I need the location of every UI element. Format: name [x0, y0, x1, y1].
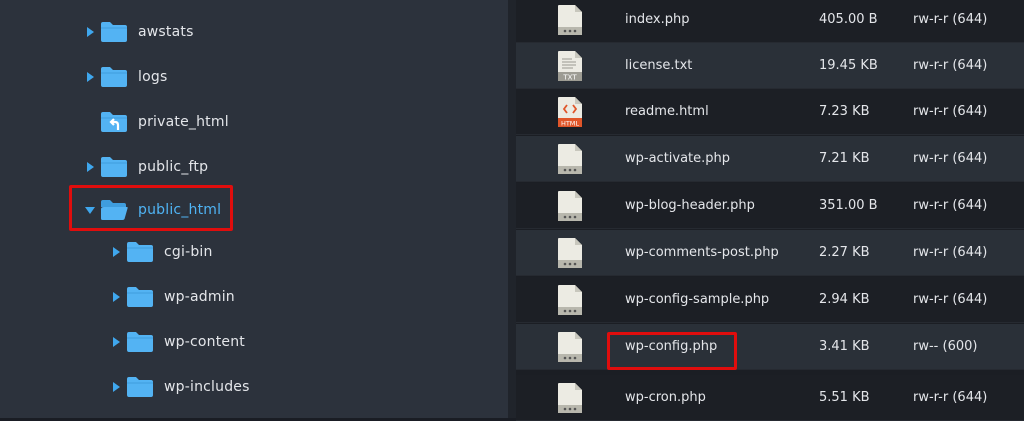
- folder-icon: [100, 156, 128, 178]
- chevron-right-icon[interactable]: [108, 237, 124, 267]
- file-name: license.txt: [625, 58, 693, 73]
- tree-item-label: private_html: [138, 114, 229, 130]
- file-name: wp-config-sample.php: [625, 292, 770, 307]
- tree-item-cgi-bin[interactable]: cgi-bin: [108, 237, 213, 267]
- file-name: wp-activate.php: [625, 151, 731, 166]
- tree-item-label: cgi-bin: [164, 244, 213, 260]
- file-permissions: rw-- (600): [913, 339, 978, 354]
- folder-icon: [126, 286, 154, 308]
- file-size: 2.27 KB: [819, 245, 870, 260]
- file-size: 19.45 KB: [819, 58, 878, 73]
- tree-item-awstats[interactable]: awstats: [82, 17, 194, 47]
- file-size: 3.41 KB: [819, 339, 870, 354]
- tree-item-wp-content[interactable]: wp-content: [108, 327, 245, 357]
- php-file-icon: [556, 331, 584, 363]
- folder-link-icon: [100, 111, 128, 133]
- tree-item-label: wp-includes: [164, 379, 250, 395]
- highlight-box-wp-config: [607, 332, 737, 370]
- file-permissions: rw-r-r (644): [913, 390, 988, 405]
- php-file-icon: [556, 190, 584, 222]
- file-permissions: rw-r-r (644): [913, 58, 988, 73]
- file-permissions: rw-r-r (644): [913, 292, 988, 307]
- chevron-right-icon[interactable]: [82, 152, 98, 182]
- tree-item-logs[interactable]: logs: [82, 62, 167, 92]
- chevron-right-icon[interactable]: [82, 62, 98, 92]
- tree-item-wp-admin[interactable]: wp-admin: [108, 282, 235, 312]
- file-size: 2.94 KB: [819, 292, 870, 307]
- file-row-license-txt[interactable]: TXT license.txt 19.45 KB rw-r-r (644): [516, 43, 1024, 89]
- folder-icon: [126, 376, 154, 398]
- php-file-icon: [556, 4, 584, 36]
- folder-icon: [126, 241, 154, 263]
- php-file-icon: [556, 237, 584, 269]
- file-name: wp-comments-post.php: [625, 245, 779, 260]
- file-row-readme-html[interactable]: HTML readme.html 7.23 KB rw-r-r (644): [516, 89, 1024, 135]
- file-permissions: rw-r-r (644): [913, 104, 988, 119]
- chevron-right-icon[interactable]: [108, 372, 124, 402]
- svg-text:HTML: HTML: [561, 120, 579, 128]
- file-size: 405.00 B: [819, 12, 878, 27]
- tree-item-label: logs: [138, 69, 168, 85]
- file-size: 5.51 KB: [819, 390, 870, 405]
- folder-icon: [100, 21, 128, 43]
- tree-item-wp-includes[interactable]: wp-includes: [108, 372, 250, 402]
- chevron-right-icon[interactable]: [108, 282, 124, 312]
- directory-tree: awstats logs private_html public_ftp pub…: [0, 0, 508, 418]
- file-permissions: rw-r-r (644): [913, 245, 988, 260]
- file-name: wp-cron.php: [625, 390, 706, 405]
- file-size: 7.23 KB: [819, 104, 870, 119]
- txt-file-icon: TXT: [556, 50, 584, 82]
- php-file-icon: [556, 382, 584, 414]
- file-row-wp-activate-php[interactable]: wp-activate.php 7.21 KB rw-r-r (644): [516, 136, 1024, 182]
- file-name: readme.html: [625, 104, 709, 119]
- file-row-index-php[interactable]: index.php 405.00 B rw-r-r (644): [516, 0, 1024, 43]
- file-row-wp-config-php[interactable]: wp-config.php 3.41 KB rw-- (600): [516, 324, 1024, 370]
- file-name: index.php: [625, 12, 690, 27]
- tree-item-private-html[interactable]: private_html: [82, 107, 229, 137]
- file-row-wp-cron-php[interactable]: wp-cron.php 5.51 KB rw-r-r (644): [516, 375, 1024, 421]
- folder-icon: [100, 66, 128, 88]
- chevron-right-icon[interactable]: [108, 327, 124, 357]
- highlight-box-public-html: [69, 185, 233, 231]
- file-row-wp-comments-post-php[interactable]: wp-comments-post.php 2.27 KB rw-r-r (644…: [516, 230, 1024, 276]
- file-manager: awstats logs private_html public_ftp pub…: [0, 0, 1024, 421]
- file-row-wp-config-sample-php[interactable]: wp-config-sample.php 2.94 KB rw-r-r (644…: [516, 277, 1024, 323]
- tree-item-label: wp-admin: [164, 289, 235, 305]
- file-list: index.php 405.00 B rw-r-r (644) TXT lice…: [516, 0, 1024, 421]
- folder-icon: [126, 331, 154, 353]
- html-file-icon: HTML: [556, 96, 584, 128]
- svg-text:TXT: TXT: [562, 74, 577, 82]
- php-file-icon: [556, 284, 584, 316]
- file-permissions: rw-r-r (644): [913, 151, 988, 166]
- file-size: 351.00 B: [819, 198, 878, 213]
- file-name: wp-blog-header.php: [625, 198, 755, 213]
- tree-item-label: wp-content: [164, 334, 245, 350]
- panel-divider[interactable]: [508, 0, 516, 418]
- tree-item-label: public_ftp: [138, 159, 209, 175]
- file-row-wp-blog-header-php[interactable]: wp-blog-header.php 351.00 B rw-r-r (644): [516, 183, 1024, 229]
- tree-item-public-ftp[interactable]: public_ftp: [82, 152, 208, 182]
- file-permissions: rw-r-r (644): [913, 12, 988, 27]
- file-permissions: rw-r-r (644): [913, 198, 988, 213]
- tree-item-label: awstats: [138, 24, 194, 40]
- php-file-icon: [556, 143, 584, 175]
- chevron-right-icon[interactable]: [82, 17, 98, 47]
- file-size: 7.21 KB: [819, 151, 870, 166]
